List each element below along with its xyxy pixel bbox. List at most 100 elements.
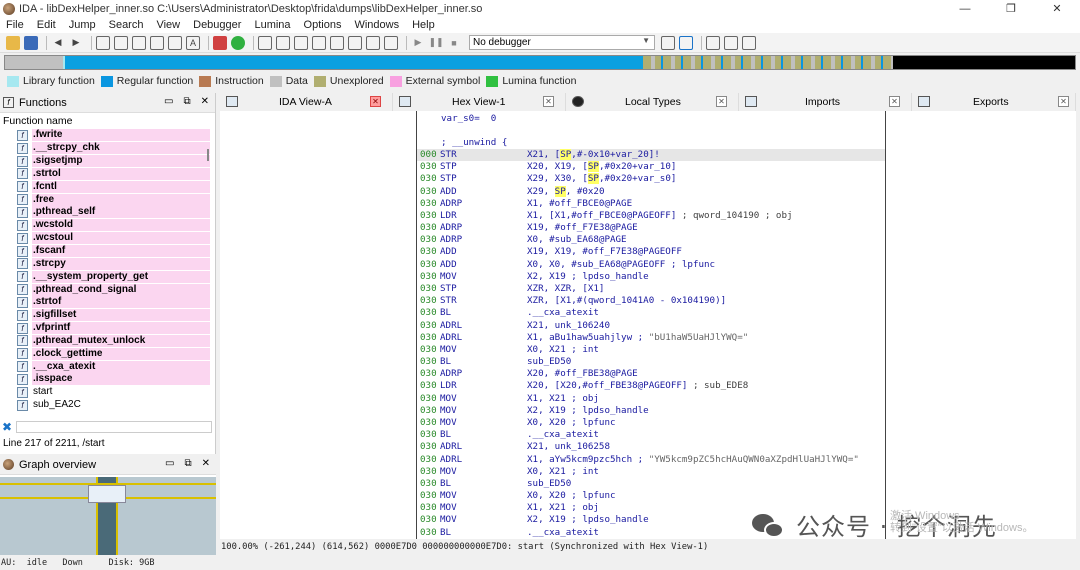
- structs-icon[interactable]: [330, 35, 344, 50]
- xref-icon[interactable]: [258, 35, 272, 50]
- disasm-line[interactable]: 030 ADD X29, SP, #0x20: [417, 185, 885, 198]
- function-list-item[interactable]: f .clock_gettime: [0, 347, 210, 360]
- script-icon[interactable]: [384, 35, 398, 50]
- panel-float-icon[interactable]: ⧉: [183, 96, 190, 107]
- tab-imports[interactable]: Imports ✕: [739, 93, 912, 111]
- menu-file[interactable]: File: [0, 19, 31, 31]
- function-list-item[interactable]: f .pthread_cond_signal: [0, 283, 210, 296]
- disasm-line[interactable]: 030 MOV X0, X20 ; lpfunc: [417, 417, 885, 429]
- disasm-line[interactable]: 030 ADRP X1, #off_FBCE0@PAGE: [417, 198, 885, 210]
- list-icon[interactable]: [724, 35, 738, 50]
- clear-filter-icon[interactable]: ✖: [2, 420, 12, 434]
- code-icon[interactable]: [132, 35, 146, 50]
- navigation-band[interactable]: [4, 55, 1076, 70]
- menu-search[interactable]: Search: [103, 19, 151, 31]
- disasm-line[interactable]: 030 BL .__cxa_atexit: [417, 307, 885, 319]
- disasm-line[interactable]: 030 ADD X19, X19, #off_F7E38@PAGEOFF: [417, 246, 885, 258]
- disasm-line[interactable]: 000 STR X21, [SP,#-0x10+var_20]!: [417, 149, 885, 161]
- minimize-button[interactable]: —: [942, 0, 988, 17]
- layout-icon[interactable]: [706, 35, 720, 50]
- disasm-line[interactable]: 030 ADRP X0, #sub_EA68@PAGE: [417, 234, 885, 246]
- play-icon[interactable]: ▶: [411, 36, 425, 50]
- debugger-select[interactable]: No debugger ▼: [469, 35, 655, 50]
- text-icon[interactable]: A: [186, 35, 200, 50]
- tab-close-icon[interactable]: ✕: [716, 96, 727, 107]
- stop-icon[interactable]: ■: [447, 36, 461, 50]
- disasm-line[interactable]: 030 MOV X0, X21 ; int: [417, 344, 885, 356]
- disasm-line[interactable]: 030 ADRL X1, aYw5kcm9pzc5hch ; "YW5kcm9pZC…: [417, 454, 885, 466]
- function-list-scrollbar[interactable]: [207, 149, 209, 161]
- back-arrow-icon[interactable]: ◀: [51, 36, 65, 50]
- debug-options-icon[interactable]: [661, 35, 675, 50]
- binary-icon[interactable]: [114, 35, 128, 50]
- hex-icon[interactable]: [96, 35, 110, 50]
- menu-help[interactable]: Help: [406, 19, 442, 31]
- enums-icon[interactable]: [348, 35, 362, 50]
- disasm-line[interactable]: 030 MOV X0, X20 ; lpfunc: [417, 490, 885, 502]
- menu-edit[interactable]: Edit: [31, 19, 63, 31]
- outline-icon[interactable]: [742, 35, 756, 50]
- function-list-item[interactable]: f .isspace: [0, 373, 210, 386]
- tab-exports[interactable]: Exports ✕: [912, 93, 1076, 111]
- tab-local-types[interactable]: Local Types ✕: [566, 93, 739, 111]
- function-list-item[interactable]: f start: [0, 386, 210, 399]
- menu-windows[interactable]: Windows: [348, 19, 406, 31]
- function-list-item[interactable]: f .pthread_self: [0, 206, 210, 219]
- function-name-column-header[interactable]: Function name: [0, 113, 215, 128]
- segments-icon[interactable]: [294, 35, 308, 50]
- pause-icon[interactable]: ❚❚: [428, 36, 443, 50]
- disasm-line[interactable]: 030 LDR X1, [X1,#off_FBCE0@PAGEOFF] ; qwor…: [417, 210, 885, 222]
- tab-close-icon[interactable]: ✕: [543, 96, 554, 107]
- function-filter-input[interactable]: [16, 421, 212, 433]
- function-list-item[interactable]: f .sigfillset: [0, 309, 210, 322]
- disasm-line[interactable]: 030 ADRP X19, #off_F7E38@PAGE: [417, 222, 885, 234]
- forward-arrow-icon[interactable]: ▶: [69, 36, 83, 50]
- tab-close-icon[interactable]: ✕: [370, 96, 381, 107]
- function-list-item[interactable]: f .__cxa_atexit: [0, 360, 210, 373]
- graph-icon[interactable]: [213, 35, 227, 50]
- function-list-item[interactable]: f .fcntl: [0, 180, 210, 193]
- panel-minimize-icon[interactable]: ▭: [165, 458, 174, 469]
- data-icon[interactable]: [150, 35, 164, 50]
- disasm-line[interactable]: 030 LDR X20, [X20,#off_FBE38@PAGEOFF] ; su…: [417, 380, 885, 392]
- tab-close-icon[interactable]: ✕: [889, 96, 900, 107]
- disasm-line[interactable]: 030 ADRL X21, unk_106258: [417, 441, 885, 453]
- panel-minimize-icon[interactable]: ▭: [164, 96, 173, 107]
- open-folder-icon[interactable]: [6, 35, 20, 50]
- disasm-line[interactable]: 030 ADRL X21, unk_106240: [417, 320, 885, 332]
- function-list-item[interactable]: f .__system_property_get: [0, 270, 210, 283]
- disasm-line[interactable]: 030 MOV X2, X19 ; lpdso_handle: [417, 405, 885, 417]
- function-list[interactable]: f .fwrite f .__strcpy_chk f .sigsetjmp f .strto…: [0, 129, 210, 412]
- function-list-item[interactable]: f .fscanf: [0, 245, 210, 258]
- menu-jump[interactable]: Jump: [63, 19, 103, 31]
- menu-lumina[interactable]: Lumina: [248, 19, 297, 31]
- disassembly-view[interactable]: var_s0= 0 ; __unwind { 000 STR X21, [SP,#-…: [416, 111, 886, 539]
- disasm-line[interactable]: 030 BL sub_ED50: [417, 478, 885, 490]
- tab-close-icon[interactable]: ✕: [1058, 96, 1069, 107]
- close-button[interactable]: ✕: [1034, 0, 1080, 17]
- menu-debugger[interactable]: Debugger: [187, 19, 248, 31]
- disasm-line[interactable]: 030 STR XZR, [X1,#(qword_1041A0 - 0x104190…: [417, 295, 885, 307]
- strings-icon[interactable]: [276, 35, 290, 50]
- tab-ida-view-a[interactable]: IDA View-A ✕: [220, 93, 393, 111]
- disasm-line[interactable]: 030 MOV X1, X21 ; obj: [417, 393, 885, 405]
- disasm-line[interactable]: 030 STP X29, X30, [SP,#0x20+var_s0]: [417, 173, 885, 185]
- panel-float-icon[interactable]: ⧉: [184, 458, 191, 469]
- function-list-item[interactable]: f .pthread_mutex_unlock: [0, 334, 210, 348]
- disasm-line[interactable]: 030 STP X20, X19, [SP,#0x20+var_10]: [417, 161, 885, 173]
- panel-close-icon[interactable]: ✕: [201, 96, 209, 107]
- menu-options[interactable]: Options: [298, 19, 349, 31]
- menu-view[interactable]: View: [150, 19, 187, 31]
- function-list-item[interactable]: f .fwrite: [0, 129, 210, 142]
- disasm-line[interactable]: 030 STP XZR, XZR, [X1]: [417, 283, 885, 295]
- debug-attach-icon[interactable]: [679, 35, 693, 50]
- names-icon[interactable]: [312, 35, 326, 50]
- restore-button[interactable]: ❐: [988, 0, 1034, 17]
- disasm-line[interactable]: 030 ADRP X20, #off_FBE38@PAGE: [417, 368, 885, 380]
- disasm-line[interactable]: 030 BL .__cxa_atexit: [417, 429, 885, 441]
- disasm-line[interactable]: 030 ADRL X1, aBu1haw5uahjlyw ; "bU1haW5UaH…: [417, 332, 885, 344]
- save-icon[interactable]: [24, 35, 38, 50]
- disasm-line[interactable]: 030 BL sub_ED50: [417, 356, 885, 368]
- function-list-item[interactable]: f sub_EA2C: [0, 399, 210, 412]
- function-list-item[interactable]: f .strtol: [0, 167, 210, 181]
